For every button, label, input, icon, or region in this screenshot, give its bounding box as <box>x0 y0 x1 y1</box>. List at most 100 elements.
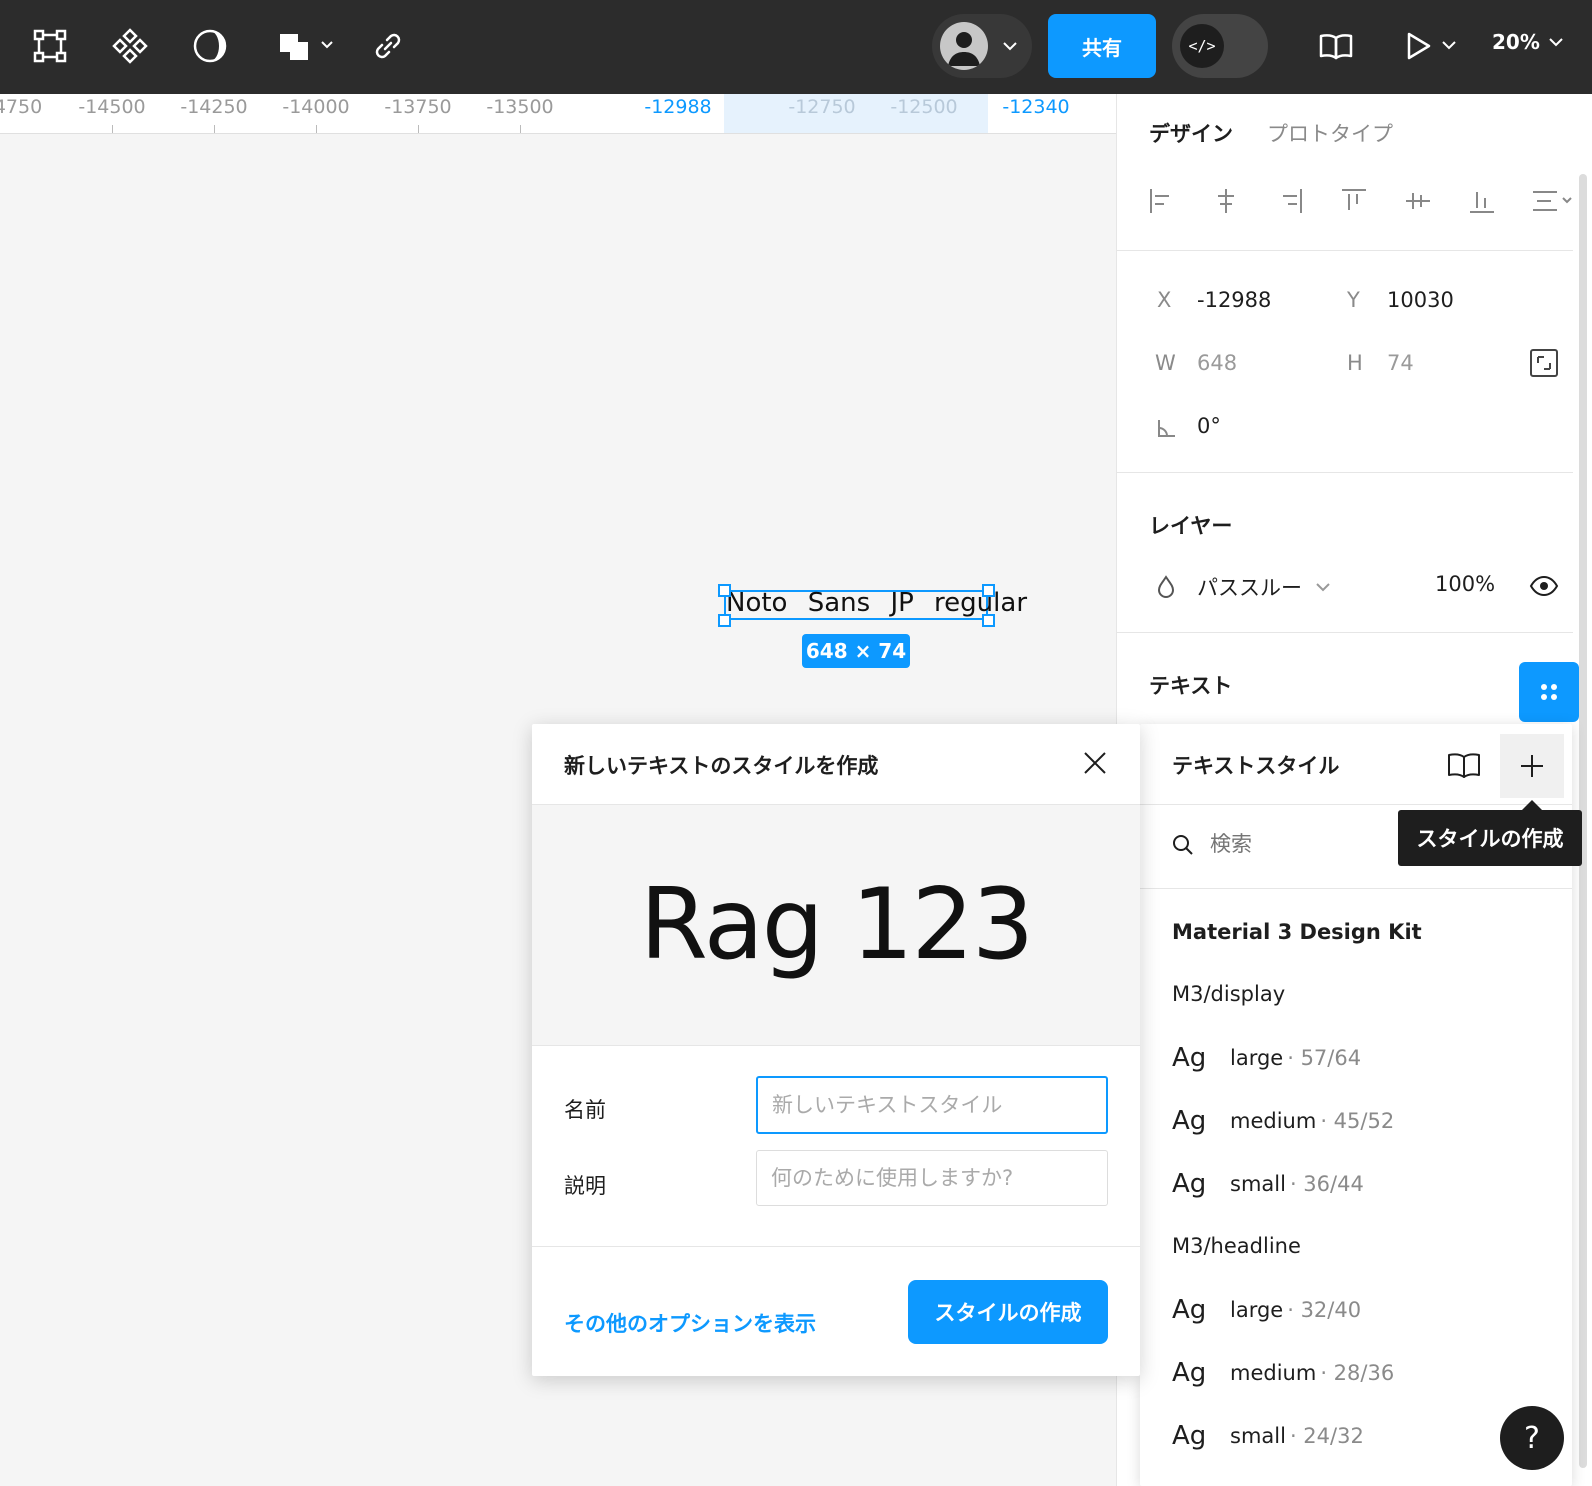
ruler-tick: -13750 <box>384 96 452 118</box>
ruler-mark <box>316 125 317 133</box>
style-sample: Ag <box>1172 1358 1207 1388</box>
style-meta: · 24/32 <box>1289 1424 1364 1448</box>
component-icon[interactable] <box>104 22 156 70</box>
style-description-input[interactable] <box>756 1150 1108 1206</box>
style-item[interactable]: Ag large · 57/64 <box>1172 1038 1552 1078</box>
align-left-icon[interactable] <box>1147 186 1177 220</box>
y-label: Y <box>1347 288 1360 312</box>
h-field[interactable]: 74 <box>1387 351 1414 375</box>
resize-handle[interactable] <box>718 584 731 597</box>
w-label: W <box>1155 351 1176 375</box>
library-book-icon[interactable] <box>1446 750 1482 784</box>
grid-dots-icon <box>1541 684 1557 700</box>
style-sample: Ag <box>1172 1043 1207 1073</box>
create-style-submit-button[interactable]: スタイルの作成 <box>908 1280 1108 1344</box>
ruler-tick: -14000 <box>282 96 350 118</box>
dialog-title: 新しいテキストのスタイルを作成 <box>564 754 879 778</box>
more-options-link[interactable]: その他のオプションを表示 <box>564 1308 816 1338</box>
eye-icon[interactable] <box>1529 574 1559 602</box>
style-item[interactable]: Ag medium · 28/36 <box>1172 1353 1552 1393</box>
chevron-down-icon <box>1315 578 1331 597</box>
x-field[interactable]: -12988 <box>1197 288 1271 312</box>
rotation-icon <box>1155 416 1179 444</box>
style-meta: · 36/44 <box>1289 1172 1364 1196</box>
ruler-mark <box>214 125 215 133</box>
y-field[interactable]: 10030 <box>1387 288 1454 312</box>
rotation-field[interactable]: 0° <box>1197 414 1221 438</box>
close-icon[interactable] <box>1082 750 1108 780</box>
ruler-selection-start: -12988 <box>644 96 712 118</box>
style-name: medium <box>1230 1361 1317 1385</box>
ruler-tick: -12500 <box>890 96 958 118</box>
divider <box>1117 632 1573 633</box>
create-style-button[interactable] <box>1500 734 1564 798</box>
layer-section-title: レイヤー <box>1149 514 1233 538</box>
align-vertical-center-icon[interactable] <box>1403 186 1433 220</box>
divider <box>1140 804 1572 805</box>
style-meta: · 28/36 <box>1320 1361 1395 1385</box>
text-section-title: テキスト <box>1149 674 1233 698</box>
tab-design[interactable]: デザイン <box>1149 118 1233 148</box>
zoom-menu[interactable]: 20% <box>1492 30 1564 54</box>
blend-mode-icon <box>1155 574 1177 604</box>
ruler-mark <box>520 125 521 133</box>
h-label: H <box>1347 351 1363 375</box>
toolbar: 共有 </> 20% <box>0 0 1592 94</box>
style-sample: Ag <box>1172 1421 1207 1451</box>
ruler-selection-end: -12340 <box>1002 96 1070 118</box>
opacity-field[interactable]: 100% <box>1435 572 1495 596</box>
tab-prototype[interactable]: プロトタイプ <box>1267 118 1393 148</box>
search-input[interactable] <box>1210 832 1410 856</box>
divider <box>1140 888 1572 889</box>
text-styles-title: テキストスタイル <box>1172 754 1340 778</box>
description-label: 説明 <box>564 1174 606 1198</box>
style-name: small <box>1230 1172 1286 1196</box>
align-horizontal-center-icon[interactable] <box>1211 186 1241 220</box>
search-icon <box>1172 834 1194 860</box>
user-menu[interactable] <box>932 14 1032 78</box>
style-item[interactable]: Ag large · 32/40 <box>1172 1290 1552 1330</box>
distribute-menu-icon[interactable] <box>1531 186 1575 220</box>
help-button[interactable]: ? <box>1500 1406 1564 1470</box>
share-button[interactable]: 共有 <box>1048 14 1156 78</box>
zoom-level: 20% <box>1492 30 1540 54</box>
style-sample: Ag <box>1172 1295 1207 1325</box>
library-title: Material 3 Design Kit <box>1172 920 1422 944</box>
dev-mode-toggle[interactable]: </> <box>1172 14 1268 78</box>
divider <box>532 1246 1140 1247</box>
resize-to-fit-icon[interactable] <box>1529 348 1559 382</box>
style-item[interactable]: Ag small · 24/32 <box>1172 1416 1552 1456</box>
mask-icon[interactable] <box>184 22 236 70</box>
text-styles-button[interactable] <box>1519 662 1579 722</box>
style-name: medium <box>1230 1109 1317 1133</box>
ruler-tick: -14250 <box>180 96 248 118</box>
align-top-icon[interactable] <box>1339 186 1369 220</box>
link-icon[interactable] <box>362 22 414 70</box>
style-meta: · 57/64 <box>1287 1046 1362 1070</box>
resize-handle[interactable] <box>718 614 731 627</box>
style-item[interactable]: Ag small · 36/44 <box>1172 1164 1552 1204</box>
name-label: 名前 <box>564 1098 606 1122</box>
style-name: large <box>1230 1046 1284 1070</box>
frame-tool-icon[interactable] <box>24 22 76 70</box>
divider <box>1117 250 1573 251</box>
style-name-input[interactable] <box>756 1076 1108 1134</box>
w-field[interactable]: 648 <box>1197 351 1237 375</box>
style-sample: Ag <box>1172 1169 1207 1199</box>
boolean-groups-icon[interactable] <box>272 22 340 70</box>
align-right-icon[interactable] <box>1275 186 1305 220</box>
code-icon: </> <box>1180 24 1224 68</box>
style-group-title: M3/headline <box>1172 1234 1301 1258</box>
divider <box>1117 472 1573 473</box>
library-book-icon[interactable] <box>1310 22 1362 70</box>
chevron-down-icon <box>1003 42 1017 51</box>
plus-icon <box>1521 755 1543 777</box>
blend-mode-select[interactable]: パススルー <box>1197 572 1302 602</box>
style-item[interactable]: Ag medium · 45/52 <box>1172 1101 1552 1141</box>
present-play-icon[interactable] <box>1400 22 1466 70</box>
align-bottom-icon[interactable] <box>1467 186 1497 220</box>
panel-tabs: デザイン プロトタイプ <box>1149 118 1393 148</box>
resize-handle[interactable] <box>982 614 995 627</box>
ruler-mark <box>112 125 113 133</box>
resize-handle[interactable] <box>982 584 995 597</box>
